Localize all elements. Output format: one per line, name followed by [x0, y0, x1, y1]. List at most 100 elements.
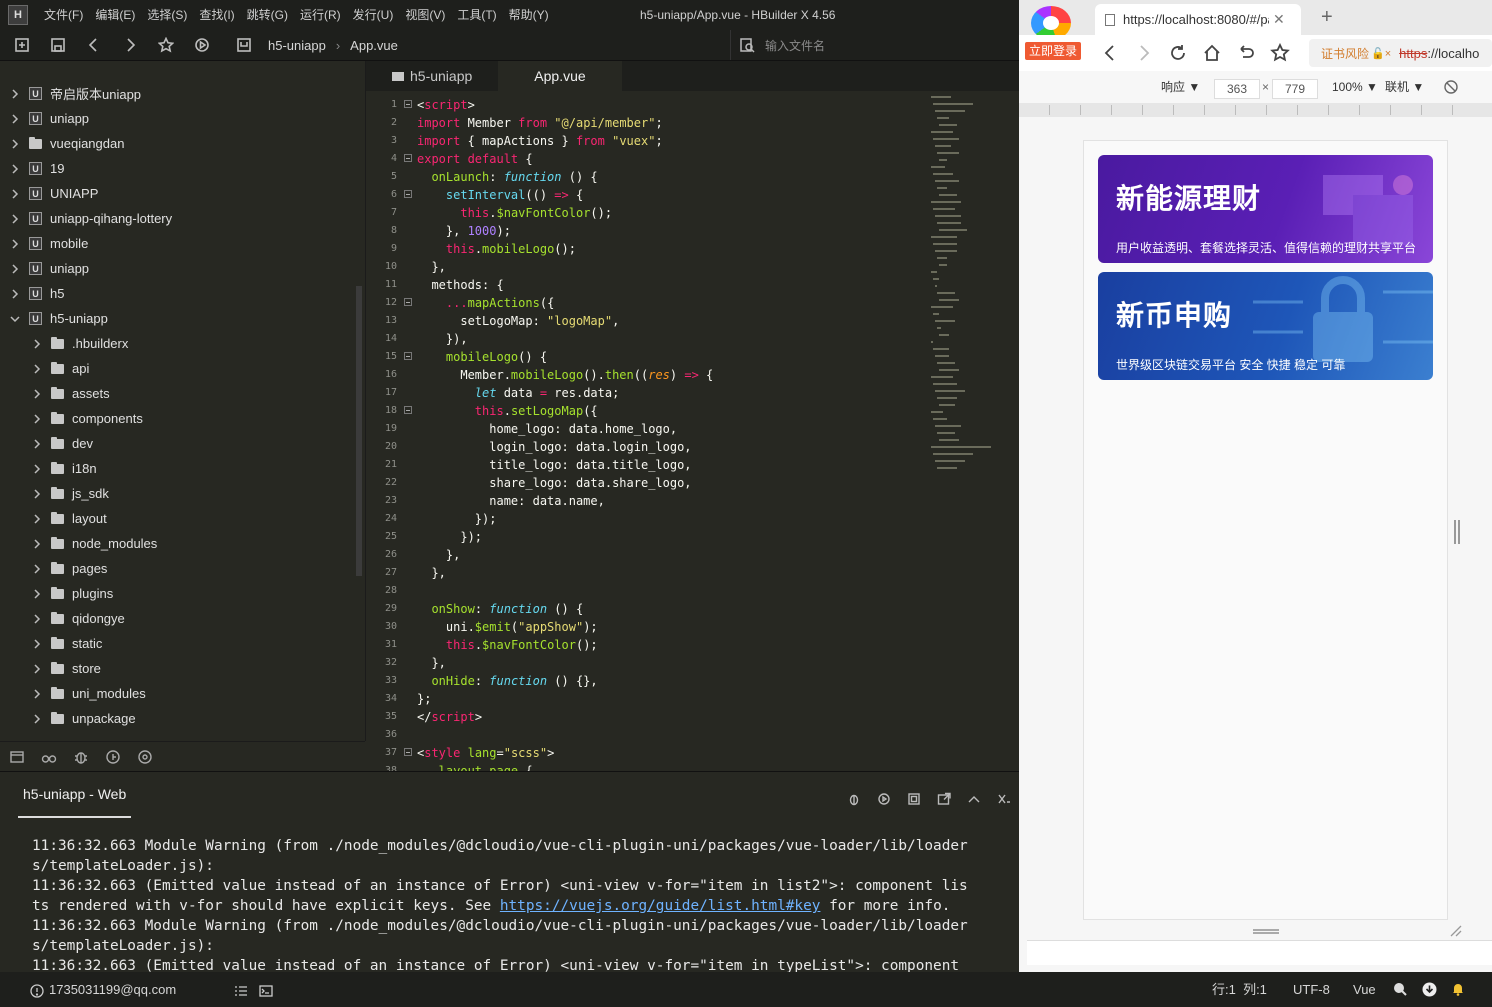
reload-icon[interactable]	[1161, 36, 1195, 70]
viewport-width-input[interactable]: 363	[1214, 79, 1260, 99]
tree-item[interactable]: vueqiangdan	[0, 131, 124, 156]
tree-item[interactable]: layout	[0, 506, 107, 531]
new-tab-icon[interactable]: +	[1321, 6, 1333, 29]
clear-console-icon[interactable]	[995, 790, 1013, 808]
tree-item[interactable]: U 19	[0, 156, 64, 181]
language-label[interactable]: Vue	[1353, 972, 1376, 1007]
tree-item[interactable]: .hbuilderx	[0, 331, 128, 356]
stop-icon[interactable]	[905, 790, 923, 808]
viewport-height-input[interactable]: 779	[1272, 79, 1318, 99]
search-status-icon[interactable]	[1393, 982, 1407, 1001]
fold-toggle[interactable]	[404, 298, 412, 306]
chevron-right-icon[interactable]	[31, 688, 43, 700]
chevron-right-icon[interactable]	[9, 238, 21, 250]
chevron-right-icon[interactable]	[9, 213, 21, 225]
chevron-right-icon[interactable]	[31, 388, 43, 400]
download-icon[interactable]	[1422, 982, 1437, 1002]
breadcrumb-project[interactable]: h5-uniapp	[268, 38, 326, 53]
forward-icon[interactable]	[116, 31, 144, 59]
banner-new-energy[interactable]: 新能源理财 用户收益透明、套餐选择灵活、值得信赖的理财共享平台	[1098, 155, 1433, 263]
tree-item[interactable]: plugins	[0, 581, 113, 606]
plugin-icon[interactable]	[136, 748, 154, 766]
chevron-right-icon[interactable]	[31, 663, 43, 675]
chevron-right-icon[interactable]	[9, 188, 21, 200]
chevron-right-icon[interactable]	[31, 413, 43, 425]
code-editor[interactable]: 1 <script> 2 import Member from "@/api/mem…	[366, 96, 926, 771]
chevron-right-icon[interactable]	[9, 88, 21, 100]
console-tab[interactable]: h5-uniapp - Web	[18, 786, 132, 818]
menu-select[interactable]: 选择(S)	[141, 0, 193, 30]
list-icon[interactable]	[234, 972, 248, 1007]
tree-item[interactable]: qidongye	[0, 606, 125, 631]
tree-item[interactable]: pages	[0, 556, 107, 581]
notification-bell-icon[interactable]	[1451, 982, 1465, 1001]
code-minimap[interactable]	[928, 96, 1019, 476]
explorer-icon[interactable]	[8, 748, 26, 766]
chevron-right-icon[interactable]	[31, 488, 43, 500]
new-file-icon[interactable]	[8, 31, 36, 59]
favorite-star-icon[interactable]	[1263, 36, 1297, 70]
menu-goto[interactable]: 跳转(G)	[241, 0, 294, 30]
breadcrumb-file[interactable]: App.vue	[350, 38, 398, 53]
tree-item[interactable]: unpackage	[0, 706, 136, 731]
tree-item[interactable]: U 帝启版本uniapp	[0, 81, 141, 106]
tree-item[interactable]: store	[0, 656, 101, 681]
save-icon[interactable]	[44, 31, 72, 59]
tree-item[interactable]: Uh5	[0, 281, 64, 306]
menu-view[interactable]: 视图(V)	[399, 0, 451, 30]
fold-toggle[interactable]	[404, 100, 412, 108]
chevron-right-icon[interactable]	[31, 588, 43, 600]
zoom-select[interactable]: 100% ▼	[1332, 71, 1378, 103]
back-icon[interactable]	[80, 31, 108, 59]
tree-item[interactable]: dev	[0, 431, 93, 456]
encoding-label[interactable]: UTF-8	[1293, 972, 1330, 1007]
tab-h5-uniapp[interactable]: h5-uniapp	[366, 61, 498, 91]
network-select[interactable]: 联机 ▼	[1385, 71, 1424, 103]
undo-icon[interactable]	[1229, 36, 1263, 70]
chevron-right-icon[interactable]	[31, 438, 43, 450]
tree-item[interactable]: static	[0, 631, 102, 656]
chevron-right-icon[interactable]	[31, 613, 43, 625]
menu-file[interactable]: 文件(F)	[38, 0, 89, 30]
git-icon[interactable]	[104, 748, 122, 766]
close-tab-icon[interactable]: ✕	[1273, 11, 1285, 28]
terminal-icon[interactable]	[259, 972, 273, 1007]
browser-tab[interactable]: https://localhost:8080/#/pa ✕	[1095, 4, 1301, 35]
menu-find[interactable]: 查找(I)	[193, 0, 240, 30]
tree-item[interactable]: api	[0, 356, 89, 381]
menu-help[interactable]: 帮助(Y)	[503, 0, 555, 30]
home-icon[interactable]	[1195, 36, 1229, 70]
file-search-input[interactable]: 输入文件名	[730, 30, 1020, 60]
chevron-down-icon[interactable]	[9, 313, 21, 325]
tree-item[interactable]: components	[0, 406, 143, 431]
banner-new-coin[interactable]: 新币申购 世界级区块链交易平台 安全 快捷 稳定 可靠	[1098, 272, 1433, 380]
tree-item[interactable]: U UNIAPP	[0, 181, 98, 206]
fold-toggle[interactable]	[404, 748, 412, 756]
run-icon[interactable]	[188, 31, 216, 59]
viewport-resize-corner-icon[interactable]	[1449, 924, 1463, 938]
menu-run[interactable]: 运行(R)	[294, 0, 347, 30]
responsive-mode-select[interactable]: 响应 ▼	[1161, 71, 1200, 103]
open-external-icon[interactable]	[935, 790, 953, 808]
tree-item[interactable]: Uuniapp-qihang-lottery	[0, 206, 172, 231]
fold-toggle[interactable]	[404, 406, 412, 414]
tree-item[interactable]: Uuniapp	[0, 256, 89, 281]
fold-toggle[interactable]	[404, 190, 412, 198]
account-label[interactable]: 1735031199@qq.com	[49, 972, 176, 1007]
certificate-warning[interactable]: 证书风险	[1321, 45, 1369, 62]
tab-app-vue[interactable]: App.vue	[498, 61, 622, 91]
tree-item[interactable]: js_sdk	[0, 481, 109, 506]
chevron-right-icon[interactable]	[31, 463, 43, 475]
tree-item[interactable]: uni_modules	[0, 681, 146, 706]
restart-icon[interactable]	[875, 790, 893, 808]
maximize-icon[interactable]	[965, 790, 983, 808]
address-bar[interactable]: 证书风险 🔓× https://localho	[1309, 39, 1492, 67]
chevron-right-icon[interactable]	[31, 363, 43, 375]
cursor-position-label[interactable]: 行:1 列:1	[1212, 972, 1267, 1007]
debug-icon[interactable]	[845, 790, 863, 808]
vue-docs-link[interactable]: https://vuejs.org/guide/list.html#key	[500, 898, 821, 914]
rotate-icon[interactable]	[1443, 79, 1459, 98]
fold-toggle[interactable]	[404, 154, 412, 162]
sidebar-scrollbar[interactable]	[356, 286, 362, 576]
tree-item[interactable]: i18n	[0, 456, 97, 481]
